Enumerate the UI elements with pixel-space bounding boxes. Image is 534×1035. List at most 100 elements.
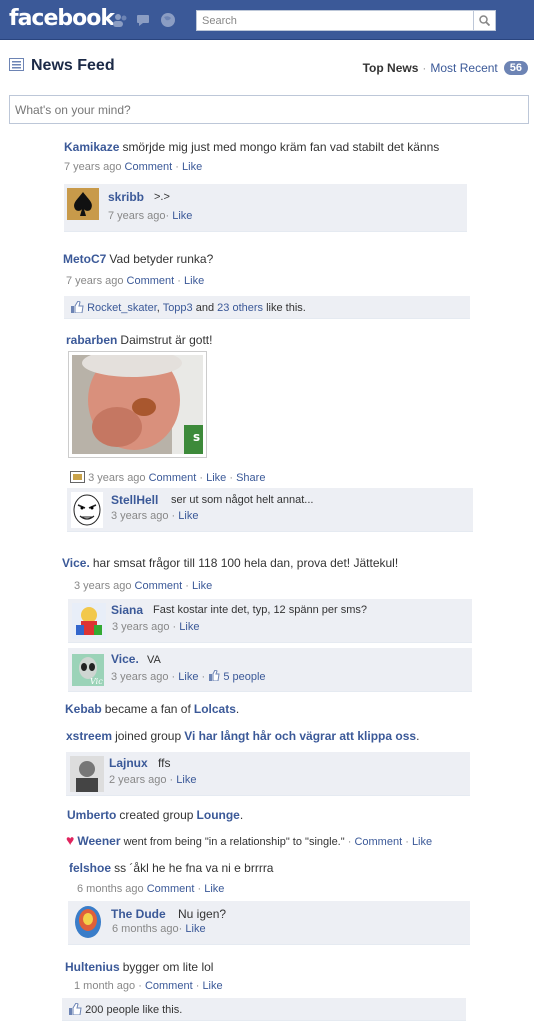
avatar[interactable]: Vic: [72, 654, 104, 686]
story-author[interactable]: Hultenius: [65, 960, 120, 974]
story-author[interactable]: rabarben: [66, 333, 117, 347]
likes-bar: Rocket_skater, Topp3 and 23 others like …: [64, 296, 470, 319]
story-text: ss ´åkl he he fna va ni e brrrra: [114, 861, 274, 875]
like-link[interactable]: Like: [182, 161, 202, 173]
liker-link[interactable]: Topp3: [163, 302, 193, 314]
top-news-link[interactable]: Top News: [363, 61, 419, 75]
news-feed-header: News Feed: [9, 57, 115, 75]
notifications-globe-icon[interactable]: [160, 12, 176, 28]
svg-text:s: s: [193, 430, 200, 444]
avatar[interactable]: [70, 756, 104, 792]
comment-link[interactable]: Comment: [149, 472, 197, 484]
comment-author[interactable]: StellHell: [111, 493, 158, 507]
search-input[interactable]: Search: [196, 10, 496, 31]
messages-icon[interactable]: [136, 12, 152, 28]
story-author[interactable]: Vice.: [62, 556, 90, 570]
feed-filters: Top News · Most Recent 56: [363, 61, 528, 75]
spade-avatar-icon: [67, 188, 99, 220]
comment-text: Fast kostar inte det, typ, 12 spänn per …: [153, 604, 367, 616]
avatar[interactable]: [67, 188, 99, 220]
like-link[interactable]: Like: [185, 923, 205, 935]
person-avatar-icon: [70, 756, 104, 792]
comment: StellHell ser ut som något helt annat...…: [67, 488, 473, 532]
comment-author[interactable]: Siana: [111, 603, 143, 617]
comment-link[interactable]: Comment: [354, 836, 402, 848]
page-link[interactable]: Lolcats: [194, 702, 236, 716]
top-bar: facebook Search: [0, 0, 534, 40]
search-icon: [479, 15, 490, 26]
most-recent-count-badge: 56: [503, 61, 528, 75]
comment-meta: 3 years ago · Like: [112, 621, 200, 633]
comment-link[interactable]: Comment: [135, 580, 183, 592]
story-meta: 7 years ago Comment · Like: [66, 275, 205, 287]
story-author[interactable]: Kamikaze: [64, 140, 119, 154]
story-meta: 7 years ago Comment · Like: [64, 161, 203, 173]
like-link[interactable]: Like: [178, 510, 198, 522]
comment-author[interactable]: Lajnux: [109, 756, 148, 770]
status-composer-input[interactable]: What's on your mind?: [9, 95, 529, 124]
story-xstreem: xstreem joined group Vi har långt hår oc…: [66, 729, 420, 743]
story-kamikaze: Kamikaze smörjde mig just med mongo kräm…: [64, 140, 439, 154]
story-author[interactable]: Kebab: [65, 702, 102, 716]
likes-count-text[interactable]: 200 people like this.: [85, 1004, 182, 1016]
search-button[interactable]: [473, 11, 495, 30]
story-author[interactable]: xstreem: [66, 729, 112, 743]
others-link[interactable]: 23 others: [217, 302, 263, 314]
thumbs-up-icon: [68, 1002, 82, 1016]
avatar[interactable]: [72, 904, 104, 942]
likes-bar: 200 people like this.: [62, 998, 466, 1021]
heart-icon: ♥: [66, 832, 75, 848]
story-kebab: Kebab became a fan of Lolcats.: [65, 702, 240, 716]
comment-link[interactable]: Comment: [125, 161, 173, 173]
share-link[interactable]: Share: [236, 472, 265, 484]
like-link[interactable]: Like: [179, 621, 199, 633]
news-feed-icon: [9, 58, 24, 74]
comment-text: ser ut som något helt annat...: [171, 494, 314, 506]
story-text: Daimstrut är gott!: [120, 333, 213, 347]
comment-link[interactable]: Comment: [147, 883, 195, 895]
like-link[interactable]: Like: [206, 472, 226, 484]
facebook-logo[interactable]: facebook: [9, 6, 115, 31]
story-text: joined group: [115, 729, 182, 743]
psychedelic-avatar-icon: [72, 904, 104, 942]
story-photo[interactable]: s: [68, 349, 207, 458]
comment-link[interactable]: Comment: [127, 275, 175, 287]
comment: skribb >.> 7 years ago· Like: [64, 184, 467, 232]
comment-likes-link[interactable]: 5 people: [223, 671, 265, 683]
comment-link[interactable]: Comment: [145, 980, 193, 992]
like-link[interactable]: Like: [412, 836, 432, 848]
like-link[interactable]: Like: [192, 580, 212, 592]
comment-author[interactable]: The Dude: [111, 907, 166, 921]
story-metoc7: MetoC7 Vad betyder runka?: [63, 252, 213, 266]
like-link[interactable]: Like: [176, 774, 196, 786]
story-text: went from being "in a relationship" to "…: [123, 836, 345, 848]
like-link[interactable]: Like: [202, 980, 222, 992]
comment-meta: 7 years ago· Like: [108, 210, 193, 222]
comment-author[interactable]: Vice.: [111, 652, 139, 666]
like-link[interactable]: Like: [204, 883, 224, 895]
comment-author[interactable]: skribb: [108, 190, 144, 204]
story-rabarben: rabarben Daimstrut är gott!: [66, 333, 212, 347]
comment-meta: 3 years ago · Like: [111, 510, 199, 522]
story-author[interactable]: Umberto: [67, 808, 116, 822]
most-recent-link[interactable]: Most Recent: [430, 61, 497, 75]
story-author[interactable]: MetoC7: [63, 252, 106, 266]
story-author[interactable]: felshoe: [69, 861, 111, 875]
like-link[interactable]: Like: [184, 275, 204, 287]
group-link[interactable]: Lounge: [197, 808, 240, 822]
story-author[interactable]: Weener: [77, 834, 120, 848]
story-felshoe: felshoe ss ´åkl he he fna va ni e brrrra: [69, 861, 273, 875]
group-link[interactable]: Vi har långt hår och vägrar att klippa o…: [184, 729, 416, 743]
story-text: became a fan of: [104, 702, 191, 716]
comment-meta: 6 months ago· Like: [112, 923, 206, 935]
like-link[interactable]: Like: [172, 210, 192, 222]
avatar[interactable]: [72, 603, 106, 639]
liker-link[interactable]: Rocket_skater: [87, 302, 157, 314]
avatar[interactable]: [71, 492, 103, 528]
thumbs-up-icon: [70, 300, 84, 314]
like-link[interactable]: Like: [178, 671, 198, 683]
comment-text: >.>: [154, 191, 170, 203]
story-hultenius: Hultenius bygger om lite lol: [65, 960, 213, 974]
friend-requests-icon[interactable]: [112, 12, 128, 28]
story-text: smörjde mig just med mongo kräm fan vad …: [122, 140, 440, 154]
